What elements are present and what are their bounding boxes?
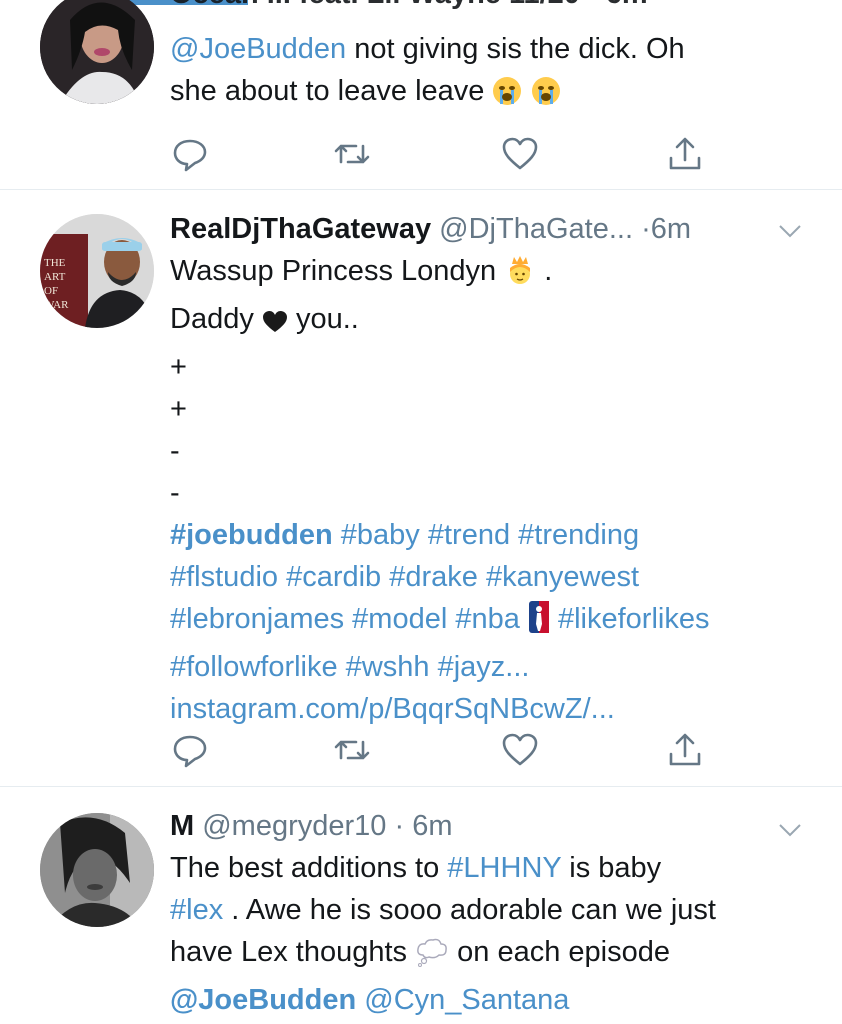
hashtag-links[interactable]: #followforlike #wshh #jayz...: [170, 646, 810, 688]
tweet-text: Daddy: [170, 303, 254, 335]
timestamp[interactable]: ·6m: [641, 213, 691, 245]
tweet-text: +: [170, 351, 187, 383]
retweet-icon[interactable]: [332, 730, 372, 770]
tweet-text: on each episode: [457, 936, 670, 968]
avatar[interactable]: [40, 0, 154, 104]
svg-text:OF: OF: [44, 285, 58, 297]
tweet-text: is baby: [561, 852, 662, 884]
mention-link[interactable]: @JoeBudden: [170, 984, 356, 1016]
tweet-text: have Lex thoughts: [170, 936, 408, 968]
tweet-body: RealDjThaGateway @DjThaGate... ·6m Wassu…: [170, 208, 810, 730]
tweet-text: -: [170, 477, 180, 509]
crying-face-icon: [531, 76, 561, 118]
tweet-text: +: [170, 393, 187, 425]
chevron-down-icon[interactable]: [778, 218, 802, 244]
tweet-header-cut: Ocean ... feat. Lil Wayne 11/20 · 6m: [170, 0, 648, 11]
svg-text:ART: ART: [44, 271, 66, 283]
hashtag-link[interactable]: #joebudden: [170, 519, 333, 551]
svg-text:THE: THE: [44, 257, 66, 269]
mention-link[interactable]: @Cyn_Santana: [364, 984, 569, 1016]
tweet-text: Wassup Princess Londyn: [170, 255, 497, 287]
crying-face-icon: [492, 76, 522, 118]
share-icon[interactable]: [665, 134, 705, 174]
display-name[interactable]: RealDjThaGateway: [170, 213, 431, 245]
tweet-body: @JoeBudden not giving sis the dick. Oh s…: [170, 28, 810, 118]
chevron-down-icon[interactable]: [778, 817, 802, 843]
like-icon[interactable]: [500, 134, 540, 174]
hashtag-links[interactable]: #baby #trend #trending: [333, 519, 639, 551]
tweet-actions: [170, 730, 710, 770]
tweet-text: not giving sis the dick. Oh: [346, 33, 685, 65]
princess-icon: [504, 254, 536, 298]
timestamp[interactable]: · 6m: [394, 810, 452, 842]
tweet-3[interactable]: M @megryder10 · 6m The best additions to…: [0, 787, 842, 1024]
tweet-text: you..: [287, 303, 359, 335]
tweet-text: The best additions to: [170, 852, 448, 884]
tweet-header: RealDjThaGateway @DjThaGate... ·6m: [170, 208, 810, 250]
avatar[interactable]: THE ART OF WAR: [40, 214, 154, 328]
tweet-body: M @megryder10 · 6m The best additions to…: [170, 805, 810, 1021]
thought-balloon-icon: [415, 937, 449, 979]
share-icon[interactable]: [665, 730, 705, 770]
tweet-2[interactable]: THE ART OF WAR RealDjThaGateway @DjThaGa…: [0, 190, 842, 786]
avatar[interactable]: [40, 813, 154, 927]
reply-icon[interactable]: [170, 134, 210, 174]
hashtag-link[interactable]: #LHHNY: [447, 852, 561, 884]
reply-icon[interactable]: [170, 730, 210, 770]
user-handle[interactable]: @DjThaGate...: [439, 213, 633, 245]
hashtag-links[interactable]: #flstudio #cardib #drake #kanyewest: [170, 556, 810, 598]
url-link[interactable]: instagram.com/p/BqqrSqNBcwZ/...: [170, 688, 810, 730]
black-heart-icon: [262, 304, 288, 346]
hashtag-links[interactable]: #likeforlikes: [558, 603, 710, 635]
hashtag-link[interactable]: #lex: [170, 894, 223, 926]
tweet-text: -: [170, 435, 180, 467]
tweet-header: M @megryder10 · 6m: [170, 805, 810, 847]
retweet-icon[interactable]: [332, 134, 372, 174]
tweet-text: .: [536, 255, 553, 287]
basketball-player-icon: [528, 600, 550, 646]
hashtag-links[interactable]: #lebronjames #model #nba: [170, 603, 520, 635]
tweet-text: . Awe he is sooo adorable can we just: [223, 894, 716, 926]
user-handle[interactable]: @megryder10: [202, 810, 386, 842]
mention-link[interactable]: @JoeBudden: [170, 33, 346, 65]
tweet-text: she about to leave leave: [170, 75, 485, 107]
tweet-1[interactable]: Ocean ... feat. Lil Wayne 11/20 · 6m @Jo…: [0, 0, 842, 190]
display-name[interactable]: M: [170, 810, 194, 842]
svg-text:WAR: WAR: [44, 299, 69, 311]
like-icon[interactable]: [500, 730, 540, 770]
tweet-actions: [170, 134, 710, 174]
